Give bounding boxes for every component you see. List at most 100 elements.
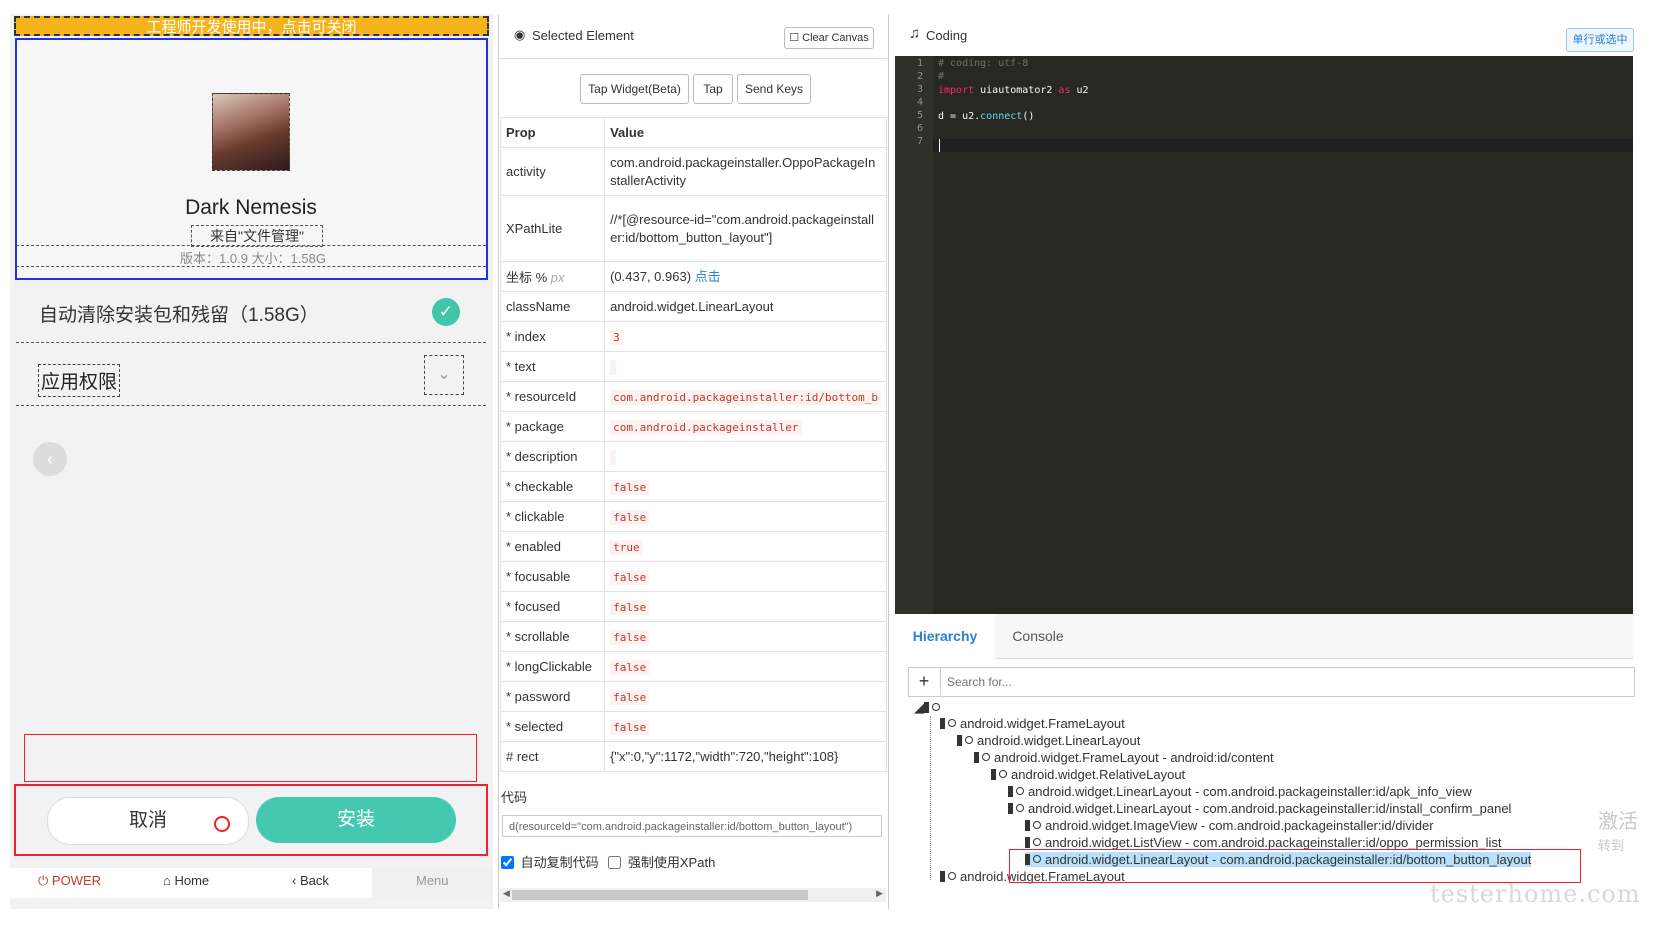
- tab-console[interactable]: Console: [998, 614, 1078, 658]
- property-row: * focusable false: [499, 561, 887, 592]
- clear-canvas-button[interactable]: ☐ Clear Canvas: [784, 27, 874, 49]
- property-value-code[interactable]: false: [610, 510, 650, 525]
- property-value-code[interactable]: 3: [610, 330, 623, 345]
- node-icon: [965, 736, 973, 744]
- app-icon: [212, 93, 290, 171]
- property-value: false: [604, 501, 887, 532]
- property-value: android.widget.LinearLayout: [604, 291, 887, 322]
- property-value: //*[@resource-id="com.android.packageins…: [604, 195, 887, 262]
- property-value: 3: [604, 321, 887, 352]
- activate-line-2: 转到: [1598, 838, 1625, 853]
- chevron-down-icon[interactable]: ⌄: [424, 355, 464, 395]
- properties-table: Prop Value activity com.android.packagein…: [499, 117, 887, 772]
- send-keys-button[interactable]: Send Keys: [737, 74, 811, 104]
- tree-root[interactable]: ◢: [914, 700, 944, 716]
- force-xpath-checkbox[interactable]: [608, 856, 622, 869]
- property-value-code[interactable]: com.android.packageinstaller:id/bottom_b: [610, 390, 881, 405]
- tree-node[interactable]: android.widget.LinearLayout - com.androi…: [1008, 784, 1472, 799]
- back-button[interactable]: ‹ Back: [292, 873, 329, 888]
- activate-windows-text: 激活 转到: [1598, 810, 1638, 858]
- code-assign: d = u2.: [938, 111, 981, 122]
- property-value-code[interactable]: false: [610, 630, 650, 645]
- property-value: com.android.packageinstaller: [604, 411, 887, 442]
- property-row: * description: [499, 441, 887, 472]
- property-row: * clickable false: [499, 501, 887, 532]
- install-button[interactable]: 安装: [256, 797, 456, 843]
- search-input[interactable]: [945, 667, 1629, 697]
- property-row: * index 3: [499, 321, 887, 352]
- click-link[interactable]: 点击: [695, 269, 721, 284]
- permission-label[interactable]: 应用权限: [38, 364, 121, 397]
- column-header-prop: Prop: [499, 117, 606, 148]
- scrollbar-thumb[interactable]: [512, 890, 808, 900]
- auto-copy-checkbox[interactable]: [501, 856, 514, 869]
- coding-header: [893, 14, 1633, 56]
- tree-guides: [930, 716, 932, 880]
- property-value-code[interactable]: false: [610, 600, 650, 615]
- property-name: * description: [499, 441, 606, 472]
- scroll-left-icon[interactable]: ◀: [503, 888, 510, 899]
- property-row: * enabled true: [499, 531, 887, 562]
- node-icon: [924, 702, 929, 713]
- property-value-code[interactable]: [610, 360, 617, 375]
- divider: [16, 245, 486, 246]
- property-name: # rect: [499, 741, 606, 772]
- tap-widget-button[interactable]: Tap Widget(Beta): [580, 74, 689, 104]
- property-value-code[interactable]: true: [610, 540, 643, 555]
- property-value-code[interactable]: false: [610, 720, 650, 735]
- property-row: XPathLite//*[@resource-id="com.android.p…: [499, 195, 887, 262]
- property-row: * scrollable false: [499, 621, 887, 652]
- scroll-right-icon[interactable]: ▶: [876, 888, 883, 899]
- power-button[interactable]: ⏻ POWER: [38, 873, 101, 889]
- tree-node[interactable]: android.widget.RelativeLayout: [991, 767, 1185, 782]
- back-arrow-icon[interactable]: ‹: [33, 442, 67, 476]
- node-icon: [948, 872, 956, 880]
- node-icon: [1008, 803, 1013, 814]
- force-xpath-label: 强制使用XPath: [627, 855, 716, 870]
- tab-hierarchy[interactable]: Hierarchy: [895, 614, 995, 659]
- property-row: * text: [499, 351, 887, 382]
- home-button[interactable]: ⌂ Home: [163, 873, 209, 888]
- property-value-code[interactable]: false: [610, 660, 650, 675]
- watermark: testerhome.com: [1430, 880, 1641, 908]
- property-value: true: [604, 531, 887, 562]
- line-number: 3: [916, 84, 923, 95]
- unit-px: px: [550, 270, 565, 285]
- tree-node[interactable]: android.widget.ImageView - com.android.p…: [1025, 818, 1434, 833]
- property-value: (0.437, 0.963) 点击: [604, 261, 887, 292]
- plus-icon[interactable]: +: [908, 667, 941, 695]
- line-number: 4: [916, 97, 923, 108]
- tree-node-label: android.widget.ImageView - com.android.p…: [1045, 818, 1434, 833]
- property-value: false: [604, 651, 887, 682]
- node-icon: [948, 719, 956, 727]
- node-icon: [1016, 804, 1024, 812]
- keyword-import: import: [938, 85, 975, 96]
- run-selected-button[interactable]: 单行或选中: [1566, 28, 1634, 52]
- tree-node[interactable]: android.widget.LinearLayout - com.androi…: [1008, 801, 1511, 816]
- tree-node[interactable]: android.widget.LinearLayout: [957, 733, 1140, 748]
- property-value: false: [604, 471, 887, 502]
- property-value-code[interactable]: false: [610, 570, 650, 585]
- property-value-code[interactable]: false: [610, 480, 650, 495]
- property-value-code[interactable]: com.android.packageinstaller: [610, 420, 802, 435]
- code-line-3: import uiautomator2 as u2: [938, 85, 1089, 96]
- divider: [16, 342, 486, 343]
- tree-node-label: android.widget.LinearLayout - com.androi…: [1028, 784, 1472, 799]
- dev-mode-banner[interactable]: 工程师开发使用中，点击可关闭: [14, 16, 489, 36]
- property-value-code[interactable]: false: [610, 690, 650, 705]
- property-value-code[interactable]: [610, 450, 617, 465]
- current-line-highlight: [933, 139, 1633, 152]
- menu-button[interactable]: Menu: [416, 873, 449, 888]
- tree-node[interactable]: android.widget.ListView - com.android.pa…: [1025, 835, 1501, 850]
- tree-node[interactable]: android.widget.FrameLayout - android:id/…: [974, 750, 1274, 765]
- property-row: 坐标 % px (0.437, 0.963) 点击: [499, 261, 887, 292]
- property-name: 坐标 % px: [499, 261, 606, 292]
- keyword-as: as: [1058, 85, 1071, 96]
- tap-button[interactable]: Tap: [693, 74, 733, 104]
- check-icon[interactable]: ✓: [432, 298, 460, 326]
- line-number: 1: [916, 58, 923, 69]
- generated-code-field[interactable]: d(resourceId="com.android.packageinstall…: [502, 815, 882, 837]
- node-icon: [1033, 838, 1041, 846]
- tree-node[interactable]: android.widget.FrameLayout: [940, 716, 1125, 731]
- click-marker: [214, 816, 230, 832]
